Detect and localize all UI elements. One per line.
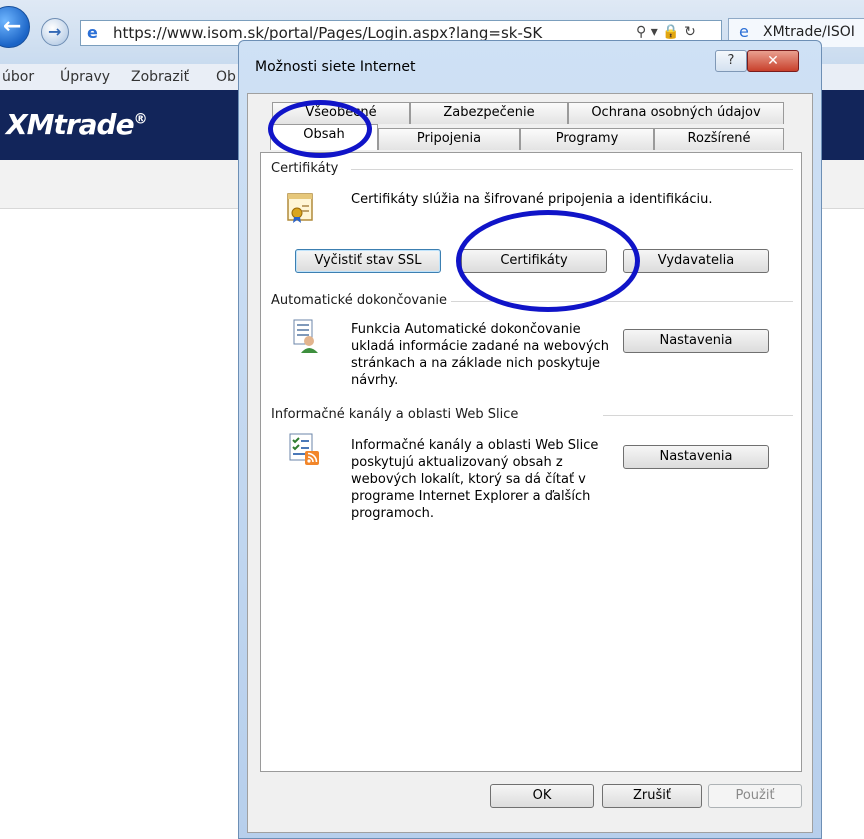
site-logo[interactable]: XMtrade®	[6, 108, 148, 141]
dialog-title: Možnosti siete Internet	[255, 59, 416, 75]
internet-options-dialog: Možnosti siete Internet ? ✕ Všeobecné Za…	[238, 40, 822, 839]
divider	[451, 301, 793, 302]
divider	[603, 415, 793, 416]
arrow-right-icon: →	[48, 22, 62, 41]
close-button[interactable]: ✕	[747, 50, 799, 72]
certificates-description: Certifikáty slúžia na šifrované pripojen…	[351, 192, 713, 207]
forward-button[interactable]: →	[41, 18, 69, 46]
apply-button[interactable]: Použiť	[708, 784, 802, 808]
ie-icon: e	[87, 23, 98, 42]
dialog-client-area: Všeobecné Zabezpečenie Ochrana osobných …	[247, 93, 813, 833]
tab-privacy[interactable]: Ochrana osobných údajov	[568, 102, 784, 124]
divider	[351, 169, 793, 170]
feeds-group-title: Informačné kanály a oblasti Web Slice	[271, 407, 519, 422]
ok-button[interactable]: OK	[490, 784, 594, 808]
autocomplete-icon	[293, 319, 319, 356]
certificate-icon	[287, 193, 313, 226]
publishers-button[interactable]: Vydavatelia	[623, 249, 769, 273]
certificates-group-title: Certifikáty	[271, 161, 339, 176]
autocomplete-group-title: Automatické dokončovanie	[271, 293, 447, 308]
browser-tab-title: XMtrade/ISOI	[763, 24, 855, 40]
back-button[interactable]: ←	[0, 6, 30, 48]
address-tools[interactable]: ⚲ ▾ 🔒 ↻	[636, 24, 696, 40]
tab-programs[interactable]: Programy	[520, 128, 654, 150]
clear-ssl-button[interactable]: Vyčistiť stav SSL	[295, 249, 441, 273]
tab-security[interactable]: Zabezpečenie	[410, 102, 568, 124]
menu-edit[interactable]: Úpravy	[60, 69, 110, 85]
menu-file[interactable]: úbor	[2, 69, 34, 85]
help-button[interactable]: ?	[715, 50, 747, 72]
logo-trademark: ®	[133, 111, 148, 128]
feeds-description: Informačné kanály a oblasti Web Slice po…	[351, 438, 599, 521]
certificates-button[interactable]: Certifikáty	[461, 249, 607, 273]
autocomplete-settings-button[interactable]: Nastavenia	[623, 329, 769, 353]
menu-favorites[interactable]: Ob	[216, 69, 236, 85]
arrow-left-icon: ←	[3, 14, 22, 39]
menu-view[interactable]: Zobraziť	[131, 69, 189, 85]
tab-content[interactable]: Obsah	[270, 124, 378, 150]
cancel-button[interactable]: Zrušiť	[602, 784, 702, 808]
autocomplete-description: Funkcia Automatické dokončovanie ukladá …	[351, 322, 610, 388]
feeds-settings-button[interactable]: Nastavenia	[623, 445, 769, 469]
feeds-icon	[289, 433, 321, 470]
tab-connections[interactable]: Pripojenia	[378, 128, 520, 150]
ie-icon: e	[739, 22, 749, 41]
tab-panel-content: Certifikáty Certifikáty slúžia na šifrov…	[260, 152, 802, 772]
logo-text: XMtrade	[6, 108, 135, 141]
tab-advanced[interactable]: Rozšírené	[654, 128, 784, 150]
tab-general[interactable]: Všeobecné	[272, 102, 410, 124]
